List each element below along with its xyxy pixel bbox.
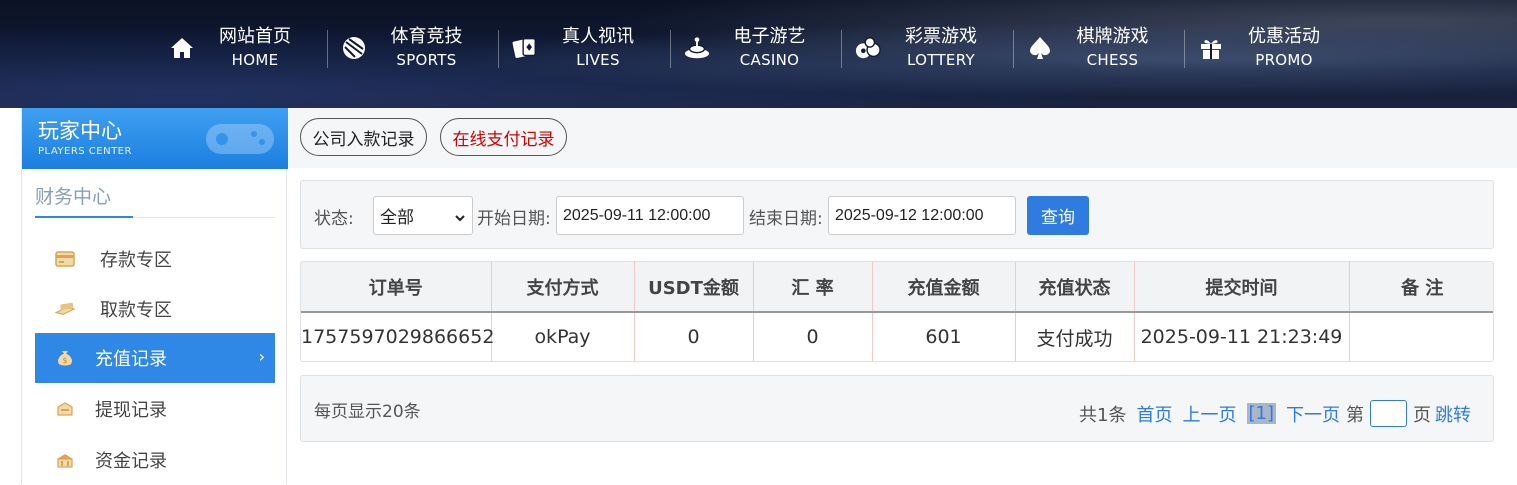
- nav-lives-en: LIVES: [576, 51, 620, 69]
- withdraw-record-icon: [55, 399, 75, 419]
- nav-home-zh: 网站首页: [219, 26, 291, 47]
- total-count: 共1条: [1079, 404, 1127, 426]
- start-date-label: 开始日期:: [477, 209, 551, 229]
- first-page-link[interactable]: 首页: [1137, 401, 1173, 427]
- cell-payment-method: okPay: [491, 312, 635, 361]
- prev-page-link[interactable]: 上一页: [1183, 401, 1237, 427]
- end-date-label: 结束日期:: [749, 209, 823, 229]
- end-date-input[interactable]: [828, 196, 1016, 235]
- status-label: 状态:: [314, 209, 354, 229]
- pagination: 共1条 首页 上一页 [1] 下一页 第 页 跳转: [1069, 400, 1471, 427]
- nav-sports[interactable]: 体育竞技 SPORTS: [326, 20, 499, 76]
- nav-casino[interactable]: 电子游艺 CASINO: [669, 20, 842, 76]
- players-center-header: 玩家中心 PLAYERS CENTER: [22, 108, 288, 169]
- ball-icon: [341, 35, 367, 61]
- col-payment-method: 支付方式: [491, 262, 635, 313]
- sidebar-item-label: 存款专区: [100, 250, 172, 271]
- money-bag-icon: $: [55, 348, 75, 368]
- sidebar-item-deposit[interactable]: 存款专区: [35, 234, 275, 284]
- col-recharge-amount: 充值金额: [872, 262, 1016, 313]
- lottery-balls-icon: [855, 35, 881, 61]
- sidebar: 玩家中心 PLAYERS CENTER 财务中心 存款专区 取款专区 $ 充值记…: [21, 108, 288, 485]
- nav-sports-zh: 体育竞技: [390, 26, 463, 47]
- pagination-panel: 每页显示20条 共1条 首页 上一页 [1] 下一页 第 页 跳转: [300, 375, 1494, 442]
- sidebar-item-label: 资金记录: [95, 451, 167, 472]
- cell-exchange-rate: 0: [753, 312, 873, 361]
- nav-casino-zh: 电子游艺: [733, 26, 806, 47]
- chevron-down-icon: [454, 209, 466, 229]
- col-exchange-rate: 汇 率: [753, 262, 873, 313]
- spade-icon: [1027, 35, 1053, 61]
- per-page-text: 每页显示20条: [314, 402, 421, 422]
- cell-recharge-status: 支付成功: [1015, 312, 1135, 361]
- nav-promo[interactable]: 优惠活动 PROMO: [1184, 20, 1356, 76]
- section-active-underline: [35, 216, 133, 218]
- nav-sports-en: SPORTS: [396, 51, 457, 69]
- jump-button[interactable]: 跳转: [1435, 401, 1471, 427]
- sidebar-item-label: 充值记录: [95, 349, 167, 370]
- goto-suffix: 页: [1413, 404, 1431, 426]
- nav-lottery[interactable]: 彩票游戏 LOTTERY: [841, 20, 1013, 76]
- chevron-right-icon: ›: [258, 347, 265, 366]
- table-header-row: 订单号 支付方式 USDT金额 汇 率 充值金额 充值状态 提交时间 备 注: [301, 262, 1493, 313]
- nav-chess-zh: 棋牌游戏: [1076, 26, 1149, 47]
- nav-lives-zh: 真人视讯: [562, 26, 634, 47]
- sidebar-item-label: 取款专区: [100, 300, 172, 321]
- col-recharge-status: 充值状态: [1015, 262, 1135, 313]
- sidebar-item-withdraw-record[interactable]: 提现记录: [35, 384, 275, 434]
- top-navigation: 网站首页 HOME 体育竞技 SPORTS 真人视讯 LIVES 电子游艺 CA…: [0, 0, 1517, 108]
- nav-chess-en: CHESS: [1086, 51, 1139, 69]
- tab-company-deposit-records[interactable]: 公司入款记录: [300, 118, 427, 156]
- goto-page-input[interactable]: [1370, 400, 1407, 427]
- col-remarks: 备 注: [1349, 262, 1493, 313]
- record-tabs: 公司入款记录 在线支付记录: [288, 108, 1517, 168]
- table-row: 1757597029866652 okPay 0 0 601 支付成功 2025…: [301, 312, 1493, 361]
- svg-text:$: $: [62, 356, 67, 365]
- sidebar-item-funds-record[interactable]: 资金记录: [35, 435, 275, 485]
- goto-prefix: 第: [1346, 404, 1364, 426]
- cards-icon: [512, 35, 538, 61]
- sidebar-item-label: 提现记录: [95, 400, 167, 421]
- nav-promo-en: PROMO: [1255, 51, 1313, 69]
- cell-order-number: 1757597029866652: [301, 312, 494, 361]
- sidebar-item-recharge-record[interactable]: $ 充值记录 ›: [35, 333, 275, 383]
- main-content: 公司入款记录 在线支付记录 状态: 全部 开始日期: 结束日期: 查询 订单号 …: [288, 108, 1517, 484]
- col-order-number: 订单号: [301, 262, 492, 313]
- cell-remarks: [1349, 312, 1493, 361]
- start-date-input[interactable]: [556, 196, 744, 235]
- nav-home[interactable]: 网站首页 HOME: [155, 20, 327, 76]
- cell-usdt-amount: 0: [634, 312, 754, 361]
- cell-recharge-amount: 601: [872, 312, 1016, 361]
- nav-lives[interactable]: 真人视讯 LIVES: [498, 20, 670, 76]
- finance-center-title: 财务中心: [35, 186, 112, 208]
- gift-icon: [1198, 35, 1224, 61]
- nav-items: 网站首页 HOME 体育竞技 SPORTS 真人视讯 LIVES 电子游艺 CA…: [155, 20, 1356, 76]
- current-page: [1]: [1246, 403, 1276, 424]
- nav-casino-en: CASINO: [739, 51, 800, 69]
- recharge-records-table: 订单号 支付方式 USDT金额 汇 率 充值金额 充值状态 提交时间 备 注 1…: [300, 261, 1494, 362]
- deposit-card-icon: [55, 249, 75, 269]
- nav-chess[interactable]: 棋牌游戏 CHESS: [1012, 20, 1185, 76]
- query-button[interactable]: 查询: [1027, 196, 1089, 235]
- players-center-subtitle: PLAYERS CENTER: [38, 146, 132, 157]
- players-center-title: 玩家中心: [38, 119, 122, 143]
- nav-promo-zh: 优惠活动: [1248, 26, 1320, 47]
- nav-lottery-zh: 彩票游戏: [905, 26, 977, 47]
- tab-online-payment-records[interactable]: 在线支付记录: [440, 118, 567, 156]
- filter-panel: 状态: 全部 开始日期: 结束日期: 查询: [300, 180, 1494, 249]
- status-select-value: 全部: [380, 208, 414, 228]
- nav-home-en: HOME: [231, 51, 279, 69]
- nav-lottery-en: LOTTERY: [907, 51, 975, 69]
- status-select[interactable]: 全部: [373, 196, 473, 235]
- funds-record-icon: [55, 450, 75, 470]
- next-page-link[interactable]: 下一页: [1286, 401, 1340, 427]
- sidebar-item-withdraw[interactable]: 取款专区: [35, 284, 275, 334]
- cell-submit-time: 2025-09-11 21:23:49: [1134, 312, 1350, 361]
- slot-icon: [684, 35, 710, 61]
- withdraw-cash-icon: [55, 299, 75, 319]
- home-icon: [169, 35, 195, 61]
- col-submit-time: 提交时间: [1134, 262, 1350, 313]
- gamepad-icon: [200, 112, 280, 168]
- col-usdt-amount: USDT金额: [634, 262, 754, 313]
